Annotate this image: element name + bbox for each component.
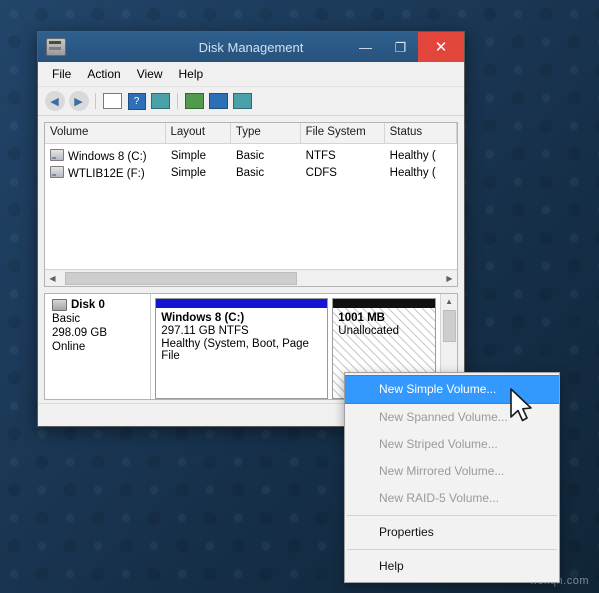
cell-status: Healthy (: [389, 149, 436, 162]
menu-file[interactable]: File: [44, 64, 79, 84]
cell-layout: Simple: [170, 149, 206, 162]
partition-size: 1001 MB: [338, 312, 385, 324]
up-level-icon[interactable]: [102, 91, 123, 111]
cell-file-system: CDFS: [305, 166, 337, 179]
column-header-status[interactable]: Status: [385, 123, 457, 143]
help-icon[interactable]: ?: [126, 91, 147, 111]
partition-body: Windows 8 (C:) 297.11 GB NTFS Healthy (S…: [156, 308, 327, 366]
minimize-button[interactable]: —: [348, 32, 383, 62]
drive-icon: [50, 165, 64, 178]
partition-windows-c[interactable]: Windows 8 (C:) 297.11 GB NTFS Healthy (S…: [155, 298, 329, 399]
menu-separator-2: [347, 549, 557, 550]
partition-color-bar: [333, 299, 436, 308]
disk-icon: [52, 299, 67, 311]
partition-status: Unallocated: [338, 325, 400, 337]
back-arrow-glyph: ◀: [44, 91, 65, 111]
volume-list-header: Volume Layout Type File System Status: [45, 123, 457, 144]
scrollbar-thumb[interactable]: [65, 271, 297, 285]
up-level-glyph: [103, 93, 122, 109]
export-list-icon[interactable]: [184, 91, 205, 111]
scroll-left-icon[interactable]: ◀: [45, 271, 60, 286]
table-row[interactable]: WTLIB12E (F:) Simple Basic CDFS Healthy …: [45, 164, 457, 181]
scrollbar-thumb[interactable]: [442, 310, 456, 342]
toolbar-separator-2: [177, 93, 178, 109]
cell-type: Basic: [235, 149, 265, 162]
cell-volume: Windows 8 (C:): [45, 148, 166, 163]
column-header-layout[interactable]: Layout: [166, 123, 231, 143]
partition-color-bar: [156, 299, 328, 308]
volume-list-pane: Volume Layout Type File System Status Wi…: [44, 122, 458, 287]
partition-name: Windows 8 (C:): [161, 312, 245, 324]
cell-volume-label: Windows 8 (C:): [68, 150, 147, 163]
disk-management-window: Disk Management — ❐ ✕ File Action View H…: [37, 31, 465, 427]
menu-item-new-simple-volume[interactable]: New Simple Volume...: [345, 375, 559, 404]
partition-size: 297.11 GB NTFS: [161, 325, 249, 337]
menu-item-new-spanned-volume[interactable]: New Spanned Volume...: [345, 404, 559, 431]
new-window-icon[interactable]: [208, 91, 229, 111]
context-menu: New Simple Volume... New Spanned Volume.…: [344, 372, 560, 583]
menu-bar: File Action View Help: [38, 62, 464, 87]
help-glyph: ?: [127, 92, 146, 110]
cell-file-system: NTFS: [305, 149, 336, 162]
scroll-up-icon[interactable]: ▲: [442, 294, 457, 309]
new-window-glyph: [209, 93, 228, 109]
volume-list-horizontal-scrollbar[interactable]: ◀ ▶: [45, 269, 457, 286]
properties-glyph: [233, 93, 252, 109]
table-row[interactable]: Windows 8 (C:) Simple Basic NTFS Healthy…: [45, 147, 457, 164]
menu-item-new-mirrored-volume[interactable]: New Mirrored Volume...: [345, 458, 559, 485]
disk-type: Basic: [52, 313, 81, 325]
scroll-right-icon[interactable]: ▶: [442, 271, 457, 286]
disk-size: 298.09 GB: [52, 327, 107, 339]
disk-name: Disk 0: [71, 299, 105, 311]
menu-separator-1: [347, 515, 557, 516]
properties-icon[interactable]: [232, 91, 253, 111]
cell-layout: Simple: [170, 166, 206, 179]
drive-icon: [50, 148, 64, 161]
cell-status: Healthy (: [389, 166, 436, 179]
forward-arrow-icon[interactable]: ▶: [68, 91, 89, 111]
cell-type: Basic: [235, 166, 265, 179]
menu-action[interactable]: Action: [79, 64, 128, 84]
menu-item-new-striped-volume[interactable]: New Striped Volume...: [345, 431, 559, 458]
back-arrow-icon[interactable]: ◀: [44, 91, 65, 111]
toolbar: ◀ ▶ ?: [38, 87, 464, 116]
disk-title: Disk 0: [52, 299, 143, 311]
menu-view[interactable]: View: [129, 64, 171, 84]
forward-arrow-glyph: ▶: [68, 91, 89, 111]
maximize-button[interactable]: ❐: [383, 32, 418, 62]
menu-item-properties[interactable]: Properties: [345, 519, 559, 546]
disk-info-block[interactable]: Disk 0 Basic 298.09 GB Online: [45, 294, 152, 399]
column-header-volume[interactable]: Volume: [45, 123, 166, 143]
partition-status: Healthy (System, Boot, Page File: [161, 338, 309, 362]
disk-status: Online: [52, 341, 86, 353]
disk-management-icon: [46, 38, 66, 56]
close-button[interactable]: ✕: [418, 32, 464, 62]
cell-volume-label: WTLIB12E (F:): [68, 167, 145, 180]
menu-item-help[interactable]: Help: [345, 553, 559, 580]
column-header-file-system[interactable]: File System: [301, 123, 385, 143]
window-titlebar[interactable]: Disk Management — ❐ ✕: [38, 32, 464, 62]
menu-help[interactable]: Help: [171, 64, 212, 84]
column-header-type[interactable]: Type: [231, 123, 301, 143]
export-glyph: [185, 93, 204, 109]
menu-item-new-raid5-volume[interactable]: New RAID-5 Volume...: [345, 485, 559, 512]
refresh-glyph: [151, 93, 170, 109]
caption-buttons: — ❐ ✕: [348, 32, 464, 62]
desktop-background: wskqn.com Disk Management — ❐ ✕ File Act…: [0, 0, 599, 593]
refresh-icon[interactable]: [150, 91, 171, 111]
toolbar-separator-1: [95, 93, 96, 109]
cell-volume: WTLIB12E (F:): [45, 165, 166, 180]
